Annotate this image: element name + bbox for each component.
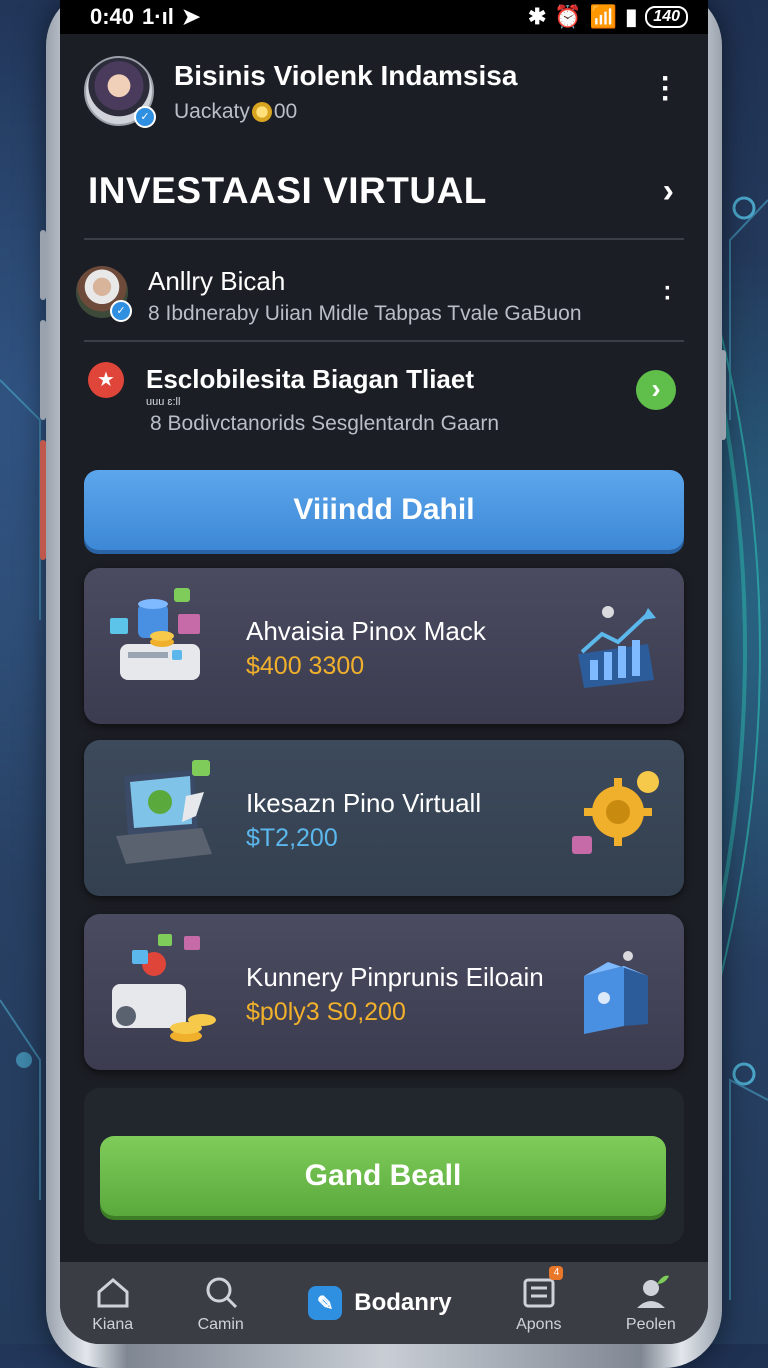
chevron-right-icon[interactable]: › [636,370,676,410]
list-item-tag: uuu ɛ:ll [146,396,181,408]
phone-screen: 0:40 1·ıl ➤ ✱ ⏰ 📶 ▮ 140 ✓ Bisinis Violen… [60,0,708,1344]
profile-header[interactable]: ✓ Bisinis Violenk Indamsisa Uackaty 00 ·… [84,56,684,128]
nav-item-label: Apons [516,1316,562,1333]
status-time: 0:40 [90,4,135,29]
laptop-icon [116,760,212,864]
profile-name: Bisinis Violenk Indamsisa [174,60,518,91]
profile-subtitle-prefix: Uackaty [174,100,250,123]
list-item[interactable]: ★ Esclobilesita Biagan Tliaet uuu ɛ:ll 8… [76,350,684,450]
nav-item-home[interactable]: Kiana [92,1272,133,1334]
home-icon [97,1278,129,1308]
phone-side-button [720,350,726,440]
bottom-navigation: Kiana Camin ✎ Bodanry 4 Apons Peolen [60,1262,708,1344]
divider [84,340,684,342]
status-bar: 0:40 1·ıl ➤ ✱ ⏰ 📶 ▮ 140 [60,0,708,34]
phone-side-button [40,320,46,420]
data-server-coins-icon [110,588,200,680]
card-title: Kunnery Pinprunis Eiloain [246,962,544,992]
star-icon: ★ [88,362,124,398]
profile-subtitle: Uackaty 00 [174,100,297,124]
alarm-icon: ⏰ [554,4,582,29]
more-options-icon[interactable]: · · [658,277,678,311]
list-item-subtitle: 8 Ibdneraby Uiian Midle Tabpas Tvale GaB… [148,302,582,325]
navigation-arrow-icon: ➤ [181,4,201,29]
edit-icon: ✎ [308,1286,343,1320]
nav-item-label: Kiana [92,1316,134,1333]
wifi-icon: 📶 [589,4,618,29]
nav-item-label: Camin [197,1316,244,1333]
gear-settings-icon [572,771,659,854]
more-options-icon[interactable]: · · · [656,64,676,114]
nav-item-label: Bodanry [354,1289,452,1316]
nav-item-profile[interactable]: Peolen [626,1272,676,1334]
investment-card[interactable]: Ikesazn Pino Virtuall $T2,200 [84,740,684,896]
nav-item-apps[interactable]: 4 Apons [516,1266,564,1334]
bluetooth-icon: ✱ [527,4,547,29]
projector-coins-icon [112,934,216,1042]
notification-badge: 4 [549,1266,564,1280]
card-price: $p0ly3 S0,200 [246,998,406,1026]
secondary-action-button[interactable]: Gand Beall [100,1136,666,1216]
page-title: INVESTAASI VIRTUAL [88,170,487,211]
card-price: $T2,200 [246,824,338,852]
investment-card[interactable]: Kunnery Pinprunis Eiloain $p0ly3 S0,200 [84,914,684,1070]
battery-alert-icon: ▮ [625,4,638,29]
divider [84,238,684,240]
search-icon [206,1277,237,1309]
nav-item-label: Peolen [625,1316,676,1333]
phone-side-button [40,230,46,300]
nav-item-active[interactable]: ✎ Bodanry [308,1286,452,1320]
nav-item-search[interactable]: Camin [198,1272,244,1334]
verified-badge-icon: ✓ [110,300,132,322]
phone-side-button [40,440,46,560]
investment-card[interactable]: Ahvaisia Pinox Mack $400 3300 [84,568,684,724]
list-item[interactable]: ✓ Anllry Bicah 8 Ibdneraby Uiian Midle T… [76,254,684,334]
primary-action-button[interactable]: Viiindd Dahil [84,470,684,550]
battery-indicator: 140 [645,6,688,28]
growth-chart-icon [578,606,656,688]
list-item-title: Esclobilesita Biagan Tliaet [146,364,474,394]
profile-icon [636,1275,669,1308]
list-item-title: Anllry Bicah [148,266,286,296]
verified-badge-icon: ✓ [134,106,156,128]
card-title: Ahvaisia Pinox Mack [246,616,486,646]
cube-box-icon [584,951,648,1034]
coin-icon [251,102,272,122]
profile-subtitle-suffix: 00 [273,100,298,123]
chevron-right-icon[interactable]: › [663,172,674,211]
list-item-subtitle: 8 Bodivctanorids Sesglentardn Gaarn [150,412,500,435]
card-title: Ikesazn Pino Virtuall [246,788,482,818]
status-signal-text: 1·ıl [142,4,174,29]
card-price: $400 3300 [246,652,365,680]
